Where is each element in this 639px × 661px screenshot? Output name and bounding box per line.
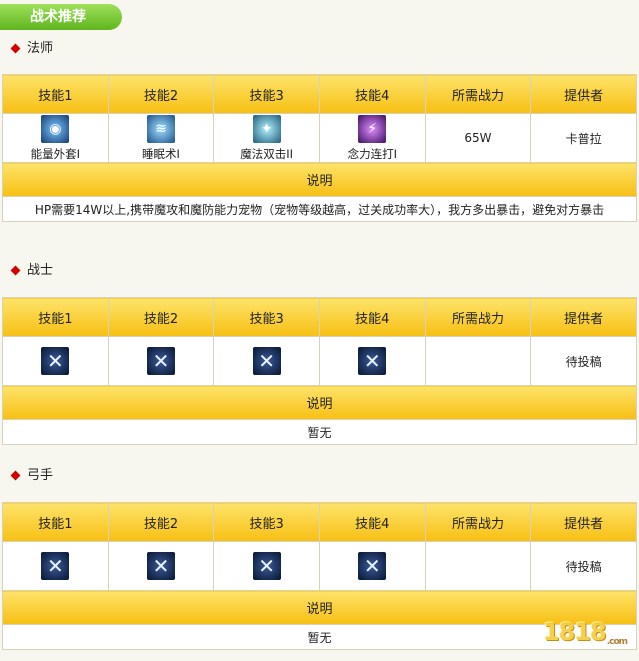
col-header-provider: 提供者 <box>530 297 637 337</box>
red-diamond-icon <box>10 43 21 53</box>
site-watermark-logo: 1818 .com <box>535 607 635 657</box>
col-header-skill4: 技能4 <box>318 297 426 337</box>
description-text: 暂无 <box>2 419 637 445</box>
energy-coat-icon: ◉ <box>41 114 70 143</box>
description-row: HP需要14W以上,携带魔攻和魔防能力宠物（宠物等级越高，过关成功率大），我方多… <box>2 196 637 222</box>
provider-value: 卡普拉 <box>530 113 637 163</box>
col-header-skill3: 技能3 <box>213 502 320 542</box>
empty-skill-icon: ✕ <box>252 347 281 375</box>
col-header-skill4: 技能4 <box>318 74 426 114</box>
magic-double-strike-icon: ✦ <box>252 114 281 143</box>
col-header-skill2: 技能2 <box>107 74 215 114</box>
skill-cell: ✕ <box>318 541 426 591</box>
skill-cell: ✕ <box>2 336 109 386</box>
power-value <box>424 336 532 386</box>
skill-cell: ✕ <box>213 336 320 386</box>
description-header: 说明 <box>2 162 637 197</box>
skill-cell: ✕ <box>213 541 320 591</box>
skill-name: 能量外套I <box>30 146 81 161</box>
empty-skill-icon: ✕ <box>146 552 175 580</box>
provider-value: 待投稿 <box>530 336 637 386</box>
table-header-row: 技能1 技能2 技能3 技能4 所需战力 提供者 <box>2 502 637 542</box>
skill-cell: ≋ 睡眠术I <box>107 113 215 163</box>
sleep-icon: ≋ <box>146 114 175 143</box>
watermark-suffix: .com <box>606 637 628 647</box>
col-header-power: 所需战力 <box>424 502 532 542</box>
telekinesis-combo-icon: ⚡ <box>358 114 387 143</box>
col-header-skill2: 技能2 <box>107 297 215 337</box>
description-header-row: 说明 <box>2 385 637 420</box>
col-header-power: 所需战力 <box>424 297 532 337</box>
col-header-provider: 提供者 <box>530 74 637 114</box>
skill-cell: ✕ <box>318 336 426 386</box>
description-text: HP需要14W以上,携带魔攻和魔防能力宠物（宠物等级越高，过关成功率大），我方多… <box>2 196 637 222</box>
red-diamond-icon <box>10 470 21 480</box>
skill-cell: ✕ <box>107 541 215 591</box>
empty-skill-icon: ✕ <box>41 347 70 375</box>
empty-skill-icon: ✕ <box>252 552 281 580</box>
skill-name: 念力连打I <box>347 146 397 161</box>
skill-name: 魔法双击II <box>240 146 294 161</box>
skill-table-warrior: 技能1 技能2 技能3 技能4 所需战力 提供者 ✕ ✕ ✕ ✕ 待投稿 说明 … <box>2 297 637 445</box>
empty-skill-icon: ✕ <box>41 552 70 580</box>
col-header-skill2: 技能2 <box>107 502 215 542</box>
power-value <box>424 541 532 591</box>
skill-table-mage: 技能1 技能2 技能3 技能4 所需战力 提供者 ◉ 能量外套I ≋ 睡眠术I … <box>2 74 637 222</box>
skill-cell: ✕ <box>107 336 215 386</box>
table-row: ◉ 能量外套I ≋ 睡眠术I ✦ 魔法双击II ⚡ 念力连打I 65W 卡普拉 <box>2 113 637 163</box>
col-header-skill1: 技能1 <box>2 74 109 114</box>
skill-cell: ◉ 能量外套I <box>2 113 109 163</box>
section-name: 法师 <box>27 41 54 56</box>
empty-skill-icon: ✕ <box>358 552 387 580</box>
description-header: 说明 <box>2 385 637 420</box>
section-name: 战士 <box>27 263 54 278</box>
col-header-skill3: 技能3 <box>213 297 320 337</box>
empty-skill-icon: ✕ <box>358 347 387 375</box>
empty-skill-icon: ✕ <box>146 347 175 375</box>
skill-cell: ⚡ 念力连打I <box>318 113 426 163</box>
col-header-skill1: 技能1 <box>2 502 109 542</box>
section-label-mage: 法师 <box>10 39 53 59</box>
skill-cell: ✦ 魔法双击II <box>213 113 320 163</box>
provider-value: 待投稿 <box>530 541 637 591</box>
section-label-warrior: 战士 <box>10 261 53 281</box>
col-header-provider: 提供者 <box>530 502 637 542</box>
col-header-skill4: 技能4 <box>318 502 426 542</box>
col-header-power: 所需战力 <box>424 74 532 114</box>
table-row: ✕ ✕ ✕ ✕ 待投稿 <box>2 336 637 386</box>
red-diamond-icon <box>10 265 21 275</box>
skill-name: 睡眠术I <box>142 146 180 161</box>
section-name: 弓手 <box>27 468 54 483</box>
col-header-skill1: 技能1 <box>2 297 109 337</box>
table-row: ✕ ✕ ✕ ✕ 待投稿 <box>2 541 637 591</box>
description-row: 暂无 <box>2 419 637 445</box>
col-header-skill3: 技能3 <box>213 74 320 114</box>
watermark-main: 1818 <box>542 618 607 646</box>
description-header-row: 说明 <box>2 162 637 197</box>
table-header-row: 技能1 技能2 技能3 技能4 所需战力 提供者 <box>2 297 637 337</box>
skill-cell: ✕ <box>2 541 109 591</box>
section-title: 战术推荐 <box>0 4 122 30</box>
power-value: 65W <box>424 113 532 163</box>
table-header-row: 技能1 技能2 技能3 技能4 所需战力 提供者 <box>2 74 637 114</box>
section-label-archer: 弓手 <box>10 466 53 486</box>
